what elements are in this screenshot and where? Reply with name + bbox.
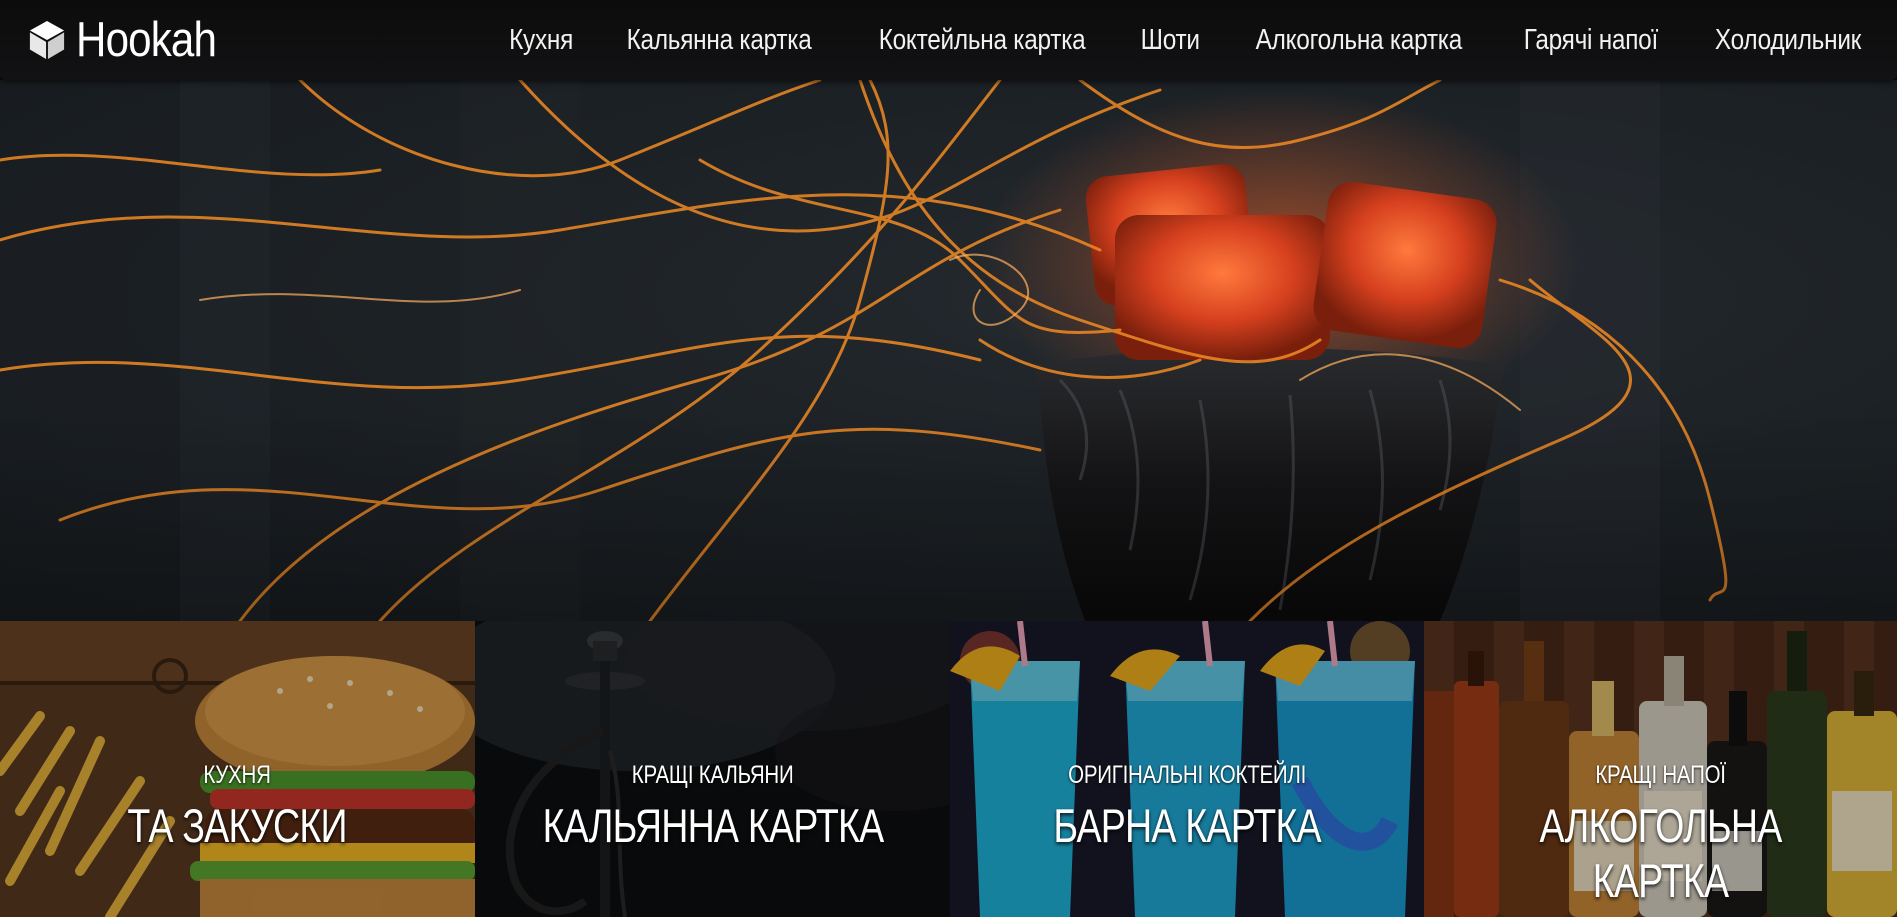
nav-item-hookah-menu[interactable]: Кальянна картка [627,24,812,57]
tile-title: та закуски [127,799,348,852]
nav-item-alcohol-menu[interactable]: Алкогольна картка [1255,24,1462,57]
main-menu: Кухня Кальянна картка Коктейльна картка … [503,0,1875,80]
hero-image [0,80,1897,621]
category-tiles: Кухня та закуски Кращі кальяни Кальянна … [0,621,1897,917]
tile-hookah-menu[interactable]: Кращі кальяни Кальянна картка [475,621,950,917]
tile-caption: Кухня та закуски [0,761,475,853]
brand-name: Hookah [76,13,217,67]
tile-bar-menu[interactable]: Оригінальні коктейлі Барна картка [950,621,1424,917]
tile-subtitle: Оригінальні коктейлі [1068,761,1306,789]
tile-alcohol-menu[interactable]: Кращі напої Алкогольна картка [1424,621,1897,917]
nav-item-cocktail-menu[interactable]: Коктейльна картка [879,24,1086,57]
tile-title: Кальянна картка [542,799,884,852]
nav-item-hot-drinks[interactable]: Гарячі напої [1524,24,1658,57]
tile-title: Барна картка [1053,799,1321,852]
tile-subtitle: Кращі напої [1595,761,1726,789]
tile-kitchen[interactable]: Кухня та закуски [0,621,475,917]
top-navbar: Hookah Кухня Кальянна картка Коктейльна … [0,0,1897,80]
nav-item-shots[interactable]: Шоти [1141,24,1200,57]
tile-caption: Кращі напої Алкогольна картка [1424,761,1897,908]
hero-banner [0,80,1897,621]
tile-subtitle: Кухня [203,761,272,789]
brand-logo[interactable]: Hookah [28,8,239,72]
tile-subtitle: Кращі кальяни [631,761,794,789]
nav-item-fridge[interactable]: Холодильник [1715,24,1861,57]
cube-icon [29,21,65,59]
tile-title: Алкогольна картка [1539,799,1783,907]
nav-item-kitchen[interactable]: Кухня [509,24,573,57]
tile-caption: Оригінальні коктейлі Барна картка [950,761,1424,853]
tile-caption: Кращі кальяни Кальянна картка [475,761,950,853]
